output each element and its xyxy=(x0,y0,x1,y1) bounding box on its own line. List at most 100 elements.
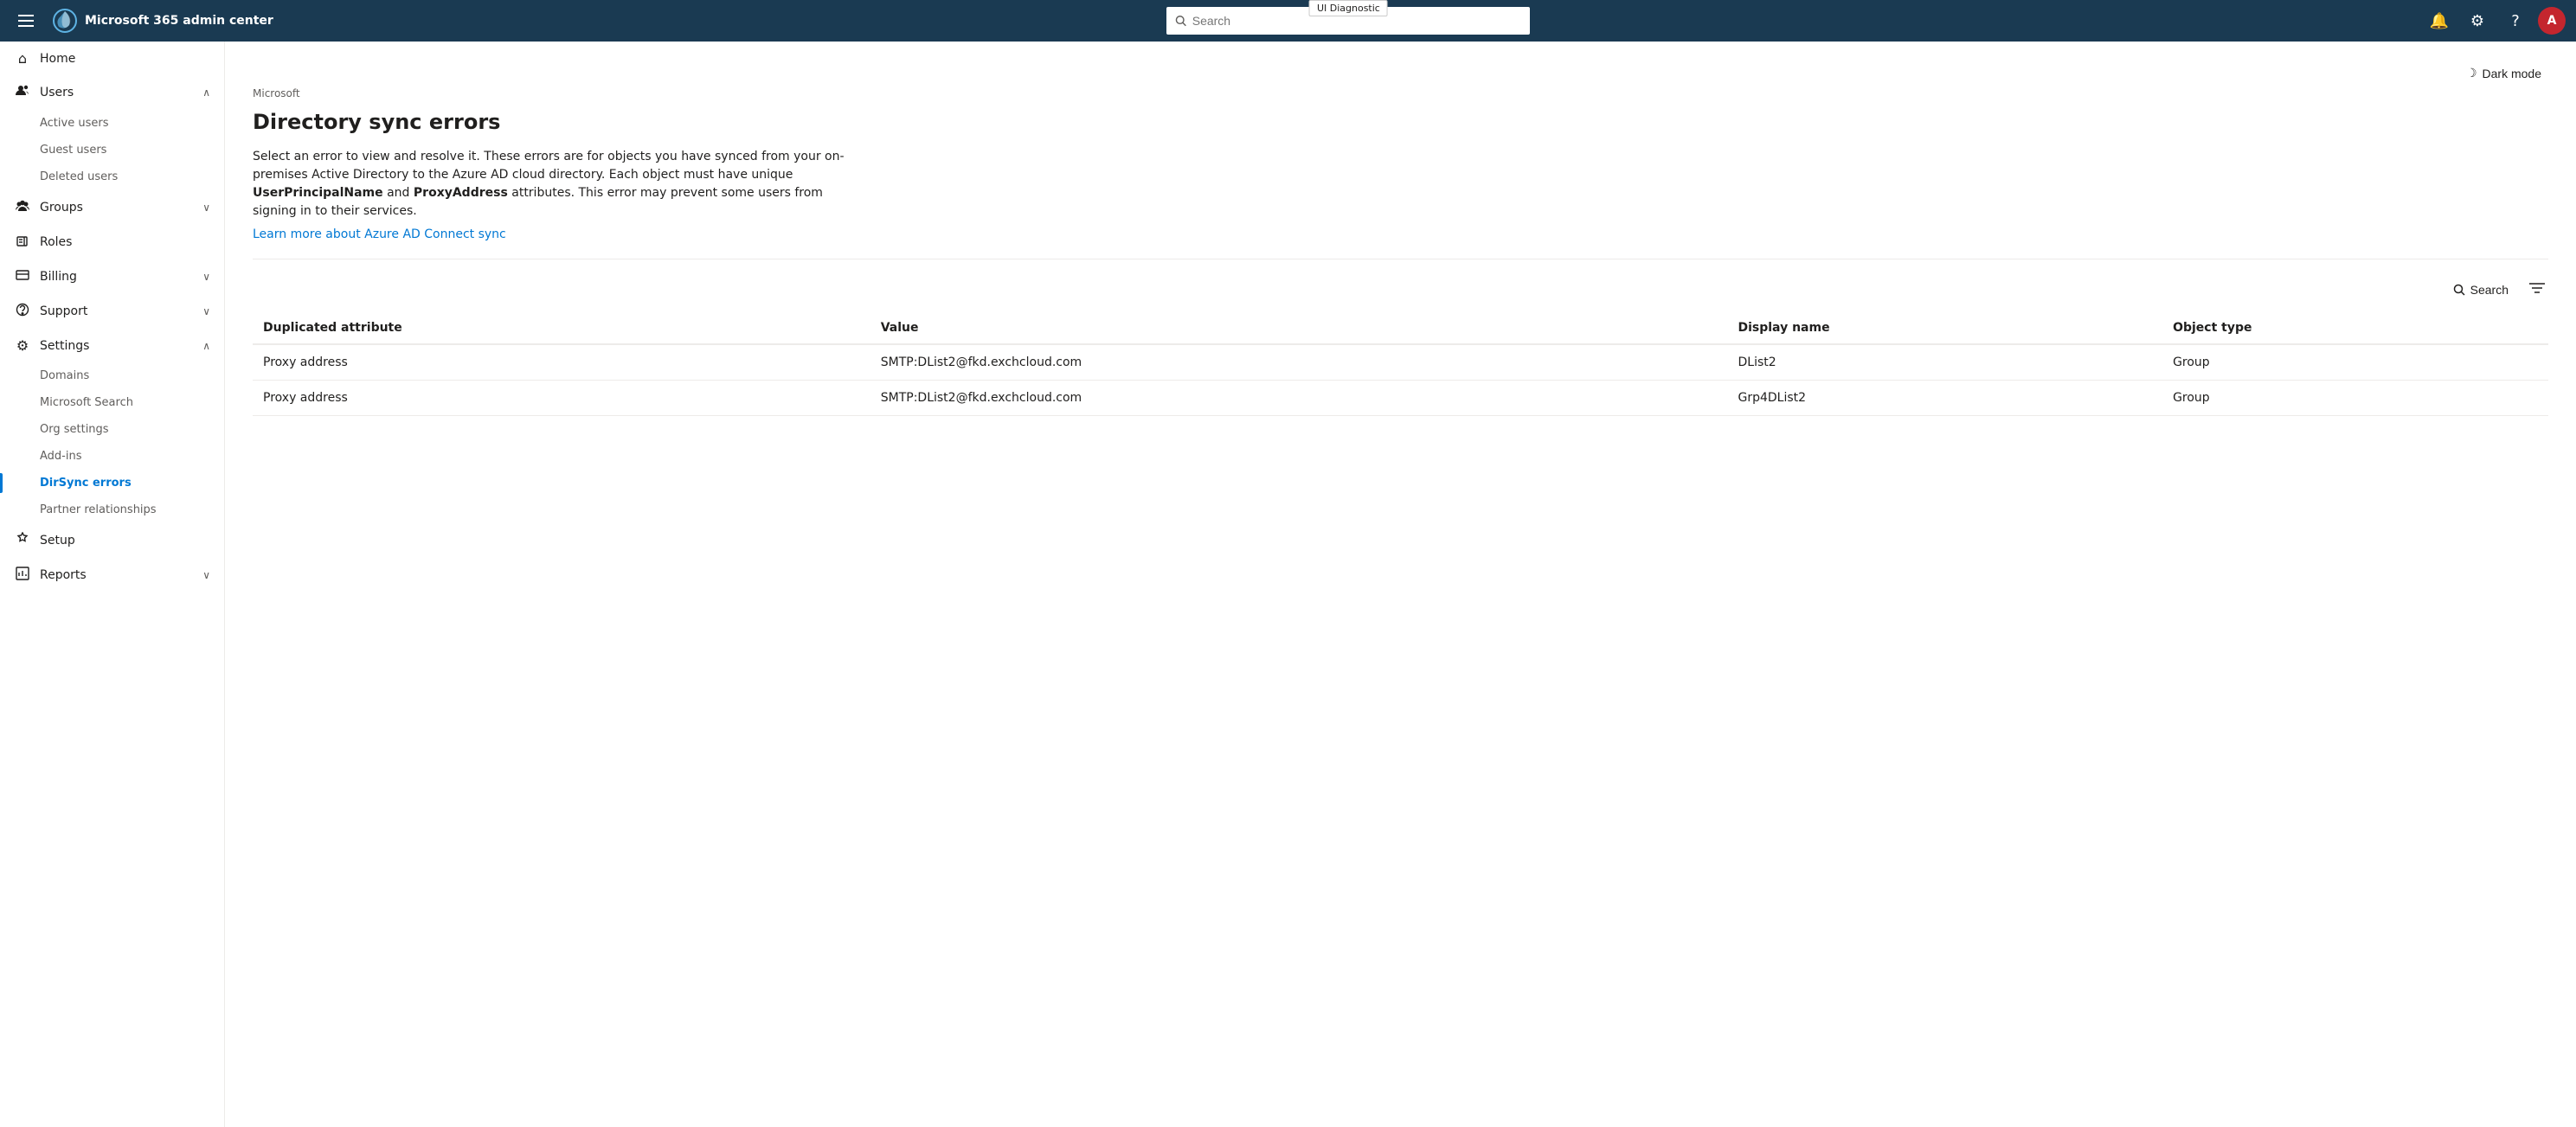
page-description: Select an error to view and resolve it. … xyxy=(253,148,858,221)
users-icon xyxy=(14,84,31,101)
reports-chevron-icon: ∨ xyxy=(202,569,210,581)
support-chevron-icon: ∨ xyxy=(202,305,210,317)
settings-button[interactable]: ⚙ xyxy=(2462,5,2493,36)
search-icon xyxy=(1175,15,1186,27)
roles-icon xyxy=(14,234,31,251)
partner-relationships-label: Partner relationships xyxy=(40,503,157,516)
row2-display-name: Grp4DList2 xyxy=(1727,381,2162,416)
deleted-users-label: Deleted users xyxy=(40,170,118,183)
sidebar: ⌂ Home Users ∧ Active users Guest users … xyxy=(0,42,225,1127)
sidebar-item-users-label: Users xyxy=(40,86,194,99)
guest-users-label: Guest users xyxy=(40,144,106,157)
description-text: Select an error to view and resolve it. … xyxy=(253,150,845,182)
page-title: Directory sync errors xyxy=(253,110,2548,134)
help-button[interactable]: ? xyxy=(2500,5,2531,36)
users-chevron-icon: ∧ xyxy=(202,86,210,99)
col-duplicated-attribute: Duplicated attribute xyxy=(253,312,870,344)
users-submenu: Active users Guest users Deleted users xyxy=(0,110,224,190)
domains-label: Domains xyxy=(40,369,89,382)
sidebar-item-partner-relationships[interactable]: Partner relationships xyxy=(40,496,224,523)
sidebar-item-reports[interactable]: Reports ∨ xyxy=(0,558,224,592)
billing-chevron-icon: ∨ xyxy=(202,271,210,283)
sidebar-item-roles[interactable]: Roles xyxy=(0,225,224,259)
topnav-right: 🔔 ⚙ ? A xyxy=(2424,5,2566,36)
col-object-type: Object type xyxy=(2162,312,2548,344)
sidebar-item-deleted-users[interactable]: Deleted users xyxy=(40,163,224,190)
main-content: ☽ Dark mode Microsoft Directory sync err… xyxy=(225,42,2576,1127)
sidebar-item-groups[interactable]: Groups ∨ xyxy=(0,190,224,225)
row1-duplicated-attribute: Proxy address xyxy=(253,344,870,381)
main-top-bar: ☽ Dark mode xyxy=(253,62,2548,84)
sidebar-item-support-label: Support xyxy=(40,304,194,318)
row1-object-type: Group xyxy=(2162,344,2548,381)
sidebar-item-add-ins[interactable]: Add-ins xyxy=(40,443,224,470)
table-header: Duplicated attribute Value Display name … xyxy=(253,312,2548,344)
description-and: and xyxy=(383,186,414,200)
row1-display-name: DList2 xyxy=(1727,344,2162,381)
table-search-button[interactable]: Search xyxy=(2446,278,2515,302)
dirsync-errors-label: DirSync errors xyxy=(40,477,132,490)
table-row[interactable]: Proxy address SMTP:DList2@fkd.exchcloud.… xyxy=(253,344,2548,381)
table-row[interactable]: Proxy address SMTP:DList2@fkd.exchcloud.… xyxy=(253,381,2548,416)
topnav-search-wrap: UI Diagnostic xyxy=(284,7,2413,35)
learn-link[interactable]: Learn more about Azure AD Connect sync xyxy=(253,227,506,241)
col-display-name: Display name xyxy=(1727,312,2162,344)
topnav: Microsoft 365 admin center UI Diagnostic… xyxy=(0,0,2576,42)
table-body: Proxy address SMTP:DList2@fkd.exchcloud.… xyxy=(253,344,2548,416)
app-title: Microsoft 365 admin center xyxy=(85,14,273,28)
filter-button[interactable] xyxy=(2526,277,2548,302)
sidebar-item-home[interactable]: ⌂ Home xyxy=(0,42,224,75)
topnav-search-box[interactable]: UI Diagnostic xyxy=(1166,7,1530,35)
sidebar-item-users[interactable]: Users ∧ xyxy=(0,75,224,110)
sidebar-item-guest-users[interactable]: Guest users xyxy=(40,137,224,163)
org-settings-label: Org settings xyxy=(40,423,109,436)
sidebar-item-billing-label: Billing xyxy=(40,270,194,284)
sidebar-item-microsoft-search[interactable]: Microsoft Search xyxy=(40,389,224,416)
dark-mode-button[interactable]: ☽ Dark mode xyxy=(2459,62,2548,84)
sidebar-item-support[interactable]: Support ∨ xyxy=(0,294,224,329)
home-icon: ⌂ xyxy=(14,50,31,67)
sidebar-item-settings[interactable]: ⚙ Settings ∧ xyxy=(0,329,224,362)
description-bold-upn: UserPrincipalName xyxy=(253,186,383,200)
search-label: Search xyxy=(2470,283,2509,297)
setup-icon xyxy=(14,532,31,549)
sync-errors-table: Duplicated attribute Value Display name … xyxy=(253,312,2548,416)
sidebar-item-home-label: Home xyxy=(40,52,210,66)
support-icon xyxy=(14,303,31,320)
settings-chevron-icon: ∧ xyxy=(202,340,210,352)
sidebar-item-dirsync-errors[interactable]: DirSync errors xyxy=(40,470,224,496)
row2-object-type: Group xyxy=(2162,381,2548,416)
sidebar-item-domains[interactable]: Domains xyxy=(40,362,224,389)
add-ins-label: Add-ins xyxy=(40,450,81,463)
sidebar-item-settings-label: Settings xyxy=(40,339,194,353)
app-logo: Microsoft 365 admin center xyxy=(52,8,273,34)
active-users-label: Active users xyxy=(40,117,108,130)
microsoft-search-label: Microsoft Search xyxy=(40,396,133,409)
body-wrap: ⌂ Home Users ∧ Active users Guest users … xyxy=(0,42,2576,1127)
groups-chevron-icon: ∨ xyxy=(202,202,210,214)
notifications-button[interactable]: 🔔 xyxy=(2424,5,2455,36)
reports-icon xyxy=(14,567,31,584)
description-bold-proxy: ProxyAddress xyxy=(414,186,508,200)
dark-mode-icon: ☽ xyxy=(2466,66,2477,80)
sidebar-item-billing[interactable]: Billing ∨ xyxy=(0,259,224,294)
sidebar-item-reports-label: Reports xyxy=(40,568,194,582)
user-avatar[interactable]: A xyxy=(2538,7,2566,35)
billing-icon xyxy=(14,268,31,285)
sidebar-item-active-users[interactable]: Active users xyxy=(40,110,224,137)
breadcrumb: Microsoft xyxy=(253,87,2548,99)
sidebar-item-setup[interactable]: Setup xyxy=(0,523,224,558)
settings-submenu: Domains Microsoft Search Org settings Ad… xyxy=(0,362,224,523)
col-value: Value xyxy=(870,312,1728,344)
groups-icon xyxy=(14,199,31,216)
row1-value: SMTP:DList2@fkd.exchcloud.com xyxy=(870,344,1728,381)
sidebar-item-roles-label: Roles xyxy=(40,235,210,249)
ui-diagnostic-badge: UI Diagnostic xyxy=(1309,0,1388,16)
sidebar-item-setup-label: Setup xyxy=(40,534,210,547)
sidebar-item-org-settings[interactable]: Org settings xyxy=(40,416,224,443)
dark-mode-label: Dark mode xyxy=(2483,67,2541,80)
settings-icon: ⚙ xyxy=(14,337,31,354)
hamburger-button[interactable] xyxy=(10,5,42,36)
row2-value: SMTP:DList2@fkd.exchcloud.com xyxy=(870,381,1728,416)
table-toolbar: Search xyxy=(253,277,2548,302)
